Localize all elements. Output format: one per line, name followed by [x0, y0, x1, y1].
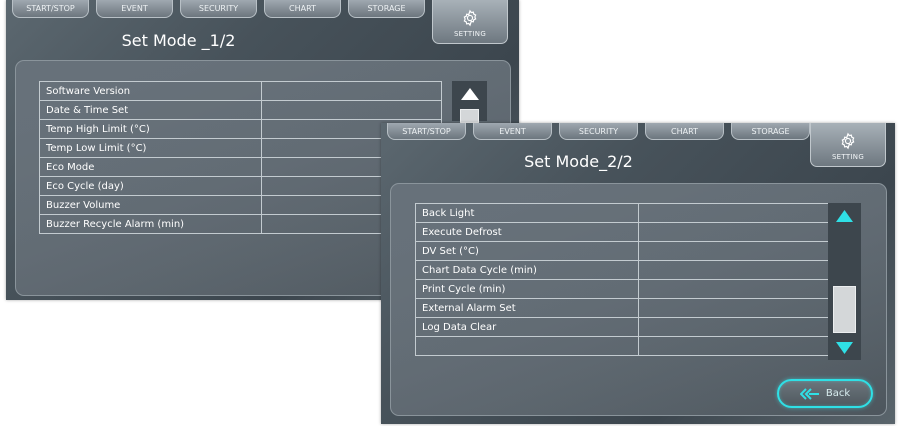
scrollbar[interactable]: [828, 203, 861, 360]
gear-icon: [463, 9, 477, 27]
top-tab-bar: START/STOP EVENT SECURITY CHART STORAGE: [12, 0, 425, 18]
page-title: Set Mode_2/2: [524, 152, 633, 171]
table-row[interactable]: DV Set (°C): [415, 241, 829, 261]
set-mode-screen-2: START/STOP EVENT SECURITY CHART STORAGE …: [381, 123, 895, 424]
row-label: [415, 336, 639, 356]
tab-storage[interactable]: STORAGE: [348, 0, 425, 18]
tab-event[interactable]: EVENT: [473, 123, 552, 140]
arrow-up-icon[interactable]: [460, 87, 480, 101]
gear-icon: [841, 132, 855, 150]
tab-event[interactable]: EVENT: [96, 0, 173, 18]
table-row[interactable]: External Alarm Set: [415, 298, 829, 318]
tab-security[interactable]: SECURITY: [180, 0, 257, 18]
row-label: External Alarm Set: [415, 298, 639, 318]
row-value[interactable]: [638, 336, 829, 356]
table-row[interactable]: Chart Data Cycle (min): [415, 260, 829, 280]
table-row[interactable]: Back Light: [415, 203, 829, 223]
table-row[interactable]: Log Data Clear: [415, 317, 829, 337]
row-value[interactable]: [638, 222, 829, 242]
row-value[interactable]: [638, 260, 829, 280]
row-label: Back Light: [415, 203, 639, 223]
row-label: Buzzer Recycle Alarm (min): [39, 214, 262, 234]
row-label: Print Cycle (min): [415, 279, 639, 299]
row-value[interactable]: [638, 298, 829, 318]
setting-button[interactable]: SETTING: [432, 0, 508, 44]
back-label: Back: [825, 388, 851, 399]
row-label: DV Set (°C): [415, 241, 639, 261]
row-label: Date & Time Set: [39, 100, 262, 120]
row-label: Log Data Clear: [415, 317, 639, 337]
row-value[interactable]: [638, 279, 829, 299]
tab-security[interactable]: SECURITY: [559, 123, 638, 140]
table-row[interactable]: Software Version: [39, 81, 442, 101]
row-value[interactable]: [638, 317, 829, 337]
row-label: Eco Mode: [39, 157, 262, 177]
scroll-thumb[interactable]: [460, 109, 479, 123]
row-value[interactable]: [638, 241, 829, 261]
table-row[interactable]: Print Cycle (min): [415, 279, 829, 299]
back-arrow-icon: [799, 387, 819, 400]
row-label: Temp Low Limit (°C): [39, 138, 262, 158]
row-label: Temp High Limit (°C): [39, 119, 262, 139]
row-value[interactable]: [261, 81, 442, 101]
table-row[interactable]: Date & Time Set: [39, 100, 442, 120]
page-title: Set Mode _1/2: [121, 31, 236, 50]
setting-button[interactable]: SETTING: [810, 123, 886, 167]
setting-label: SETTING: [453, 30, 487, 38]
back-button[interactable]: Back: [777, 379, 873, 408]
tab-start-stop[interactable]: START/STOP: [387, 123, 466, 140]
tab-chart[interactable]: CHART: [264, 0, 341, 18]
arrow-up-icon[interactable]: [835, 209, 854, 223]
row-value[interactable]: [261, 100, 442, 120]
top-tab-bar: START/STOP EVENT SECURITY CHART STORAGE: [387, 123, 810, 140]
table-row[interactable]: [415, 336, 829, 356]
tab-storage[interactable]: STORAGE: [731, 123, 810, 140]
settings-table: Back Light Execute Defrost DV Set (°C) C…: [415, 203, 829, 356]
row-value[interactable]: [638, 203, 829, 223]
tab-chart[interactable]: CHART: [645, 123, 724, 140]
table-row[interactable]: Execute Defrost: [415, 222, 829, 242]
setting-label: SETTING: [831, 153, 865, 161]
row-label: Eco Cycle (day): [39, 176, 262, 196]
row-label: Execute Defrost: [415, 222, 639, 242]
scroll-thumb[interactable]: [833, 286, 856, 333]
row-label: Software Version: [39, 81, 262, 101]
tab-start-stop[interactable]: START/STOP: [12, 0, 89, 18]
arrow-down-icon[interactable]: [835, 341, 854, 355]
scrollbar[interactable]: [452, 81, 487, 123]
row-label: Buzzer Volume: [39, 195, 262, 215]
row-label: Chart Data Cycle (min): [415, 260, 639, 280]
